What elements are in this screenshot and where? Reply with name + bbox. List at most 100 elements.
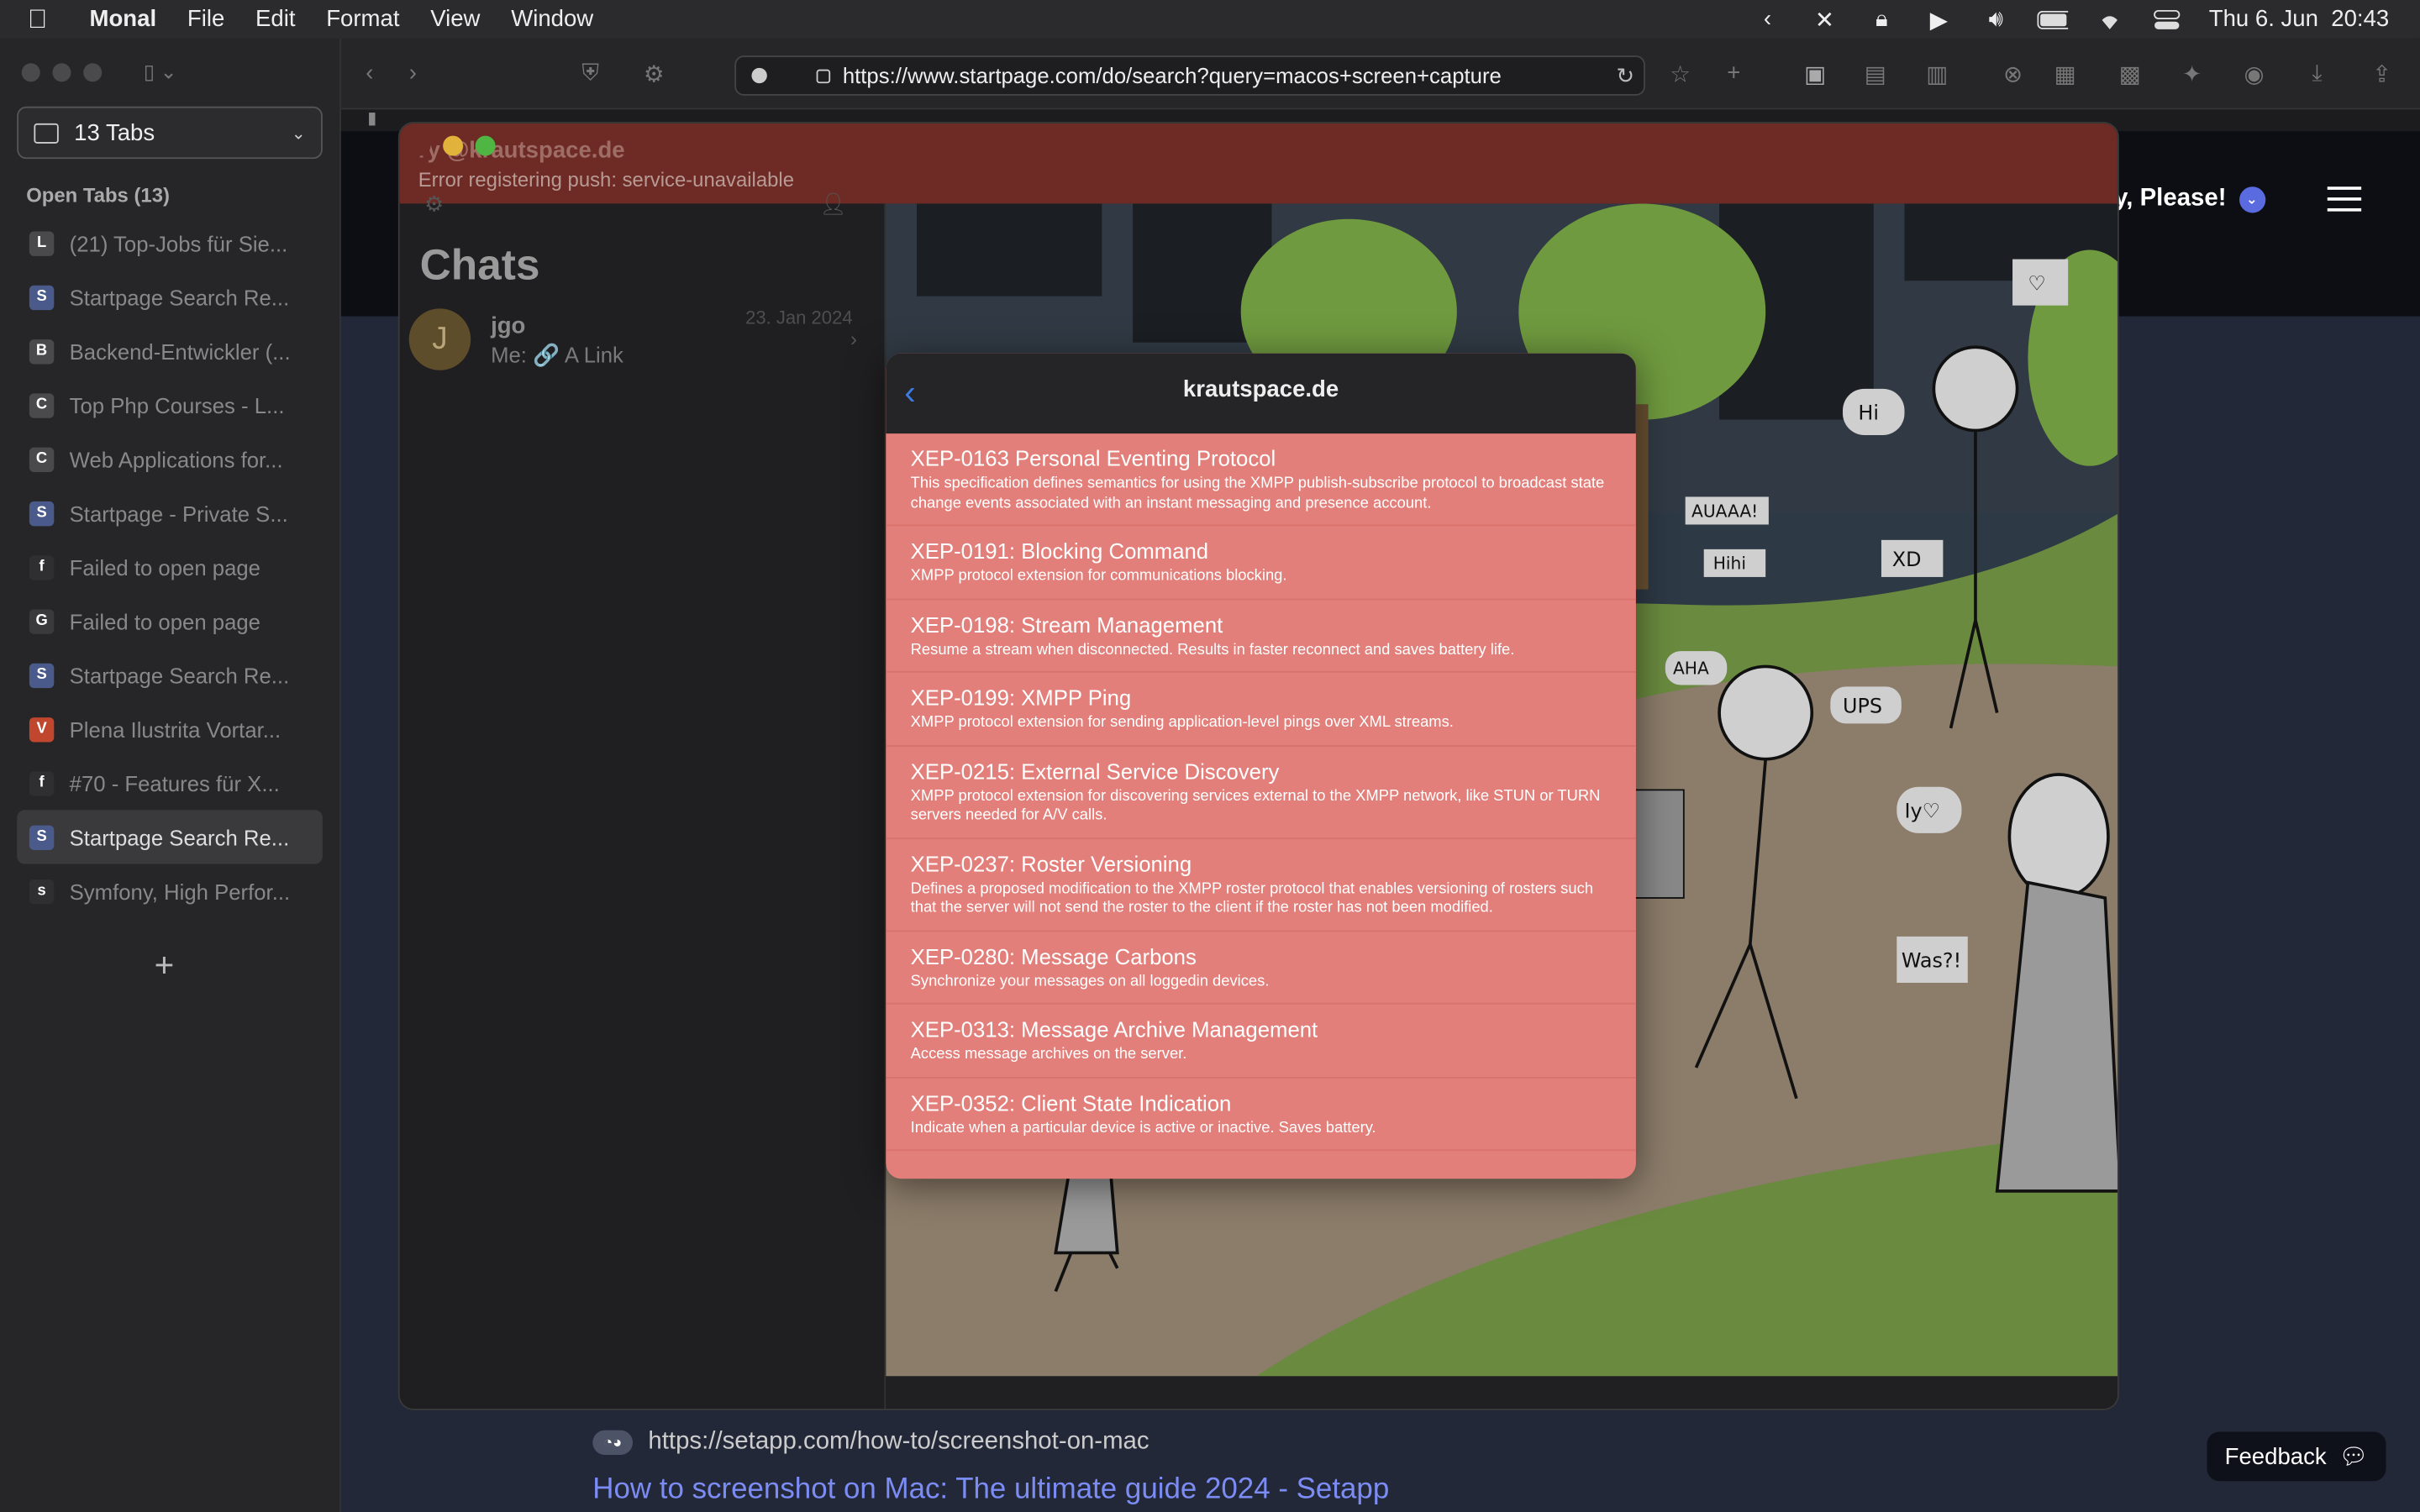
wifi-icon[interactable] xyxy=(2095,7,2126,31)
sidebar-tab[interactable]: B Backend-Entwickler (... xyxy=(17,324,323,378)
tab-list: L (21) Top-Jobs für Sie... S Startpage Sear… xyxy=(17,216,323,918)
menu-bar:  Monal File Edit Format View Window ‹ ✕… xyxy=(0,0,2420,39)
mask-icon[interactable]: ◉ xyxy=(2244,60,2265,87)
settings-icon[interactable]: ⚙ xyxy=(644,60,665,87)
chat-bubble-icon: 💬︎ xyxy=(2338,1444,2369,1471)
bookmark-icon[interactable]: ▮ xyxy=(367,108,376,128)
download-icon[interactable]: ⤓ xyxy=(2312,60,2322,87)
sidebar-tab-label: Backend-Entwickler (... xyxy=(69,339,291,364)
result-url[interactable]: ◔◕ https://setapp.com/how-to/screenshot-… xyxy=(592,1428,1150,1457)
settings-icon[interactable]: ⚙ xyxy=(424,192,444,218)
sidebar-tab[interactable]: f Failed to open page xyxy=(17,540,323,594)
chevron-right-icon: › xyxy=(850,327,857,350)
minimize-window-button[interactable] xyxy=(52,63,71,82)
extension-tabs-icon[interactable]: ▦ xyxy=(2054,60,2076,87)
sidebar-toggle-icon[interactable]: ▯ ⌄ xyxy=(144,60,177,85)
chats-title: Chats xyxy=(419,240,540,289)
xep-title: XEP-0215: External Service Discovery xyxy=(910,758,1280,784)
chat-row[interactable]: J jgo Me: 🔗 A Link 23. Jan 2024 › xyxy=(400,302,886,380)
anonymous-view-icon[interactable]: ◔◕ xyxy=(592,1430,634,1456)
tab-group-selector[interactable]: 13 Tabs ⌄ xyxy=(17,106,323,160)
extension-badge-icon[interactable]: ▣ xyxy=(1804,60,1826,87)
sidebar-tab-label: Failed to open page xyxy=(69,608,260,633)
xep-item: XEP-0280: Message Carbons Synchronize you… xyxy=(886,931,1636,1005)
privacy-menu[interactable]: cy, Please! ⌄ xyxy=(2101,185,2265,213)
chevron-left-icon[interactable]: ‹ xyxy=(1752,6,1783,32)
extension-x-icon[interactable]: ⊗ xyxy=(2003,60,2023,87)
tabs-icon xyxy=(34,123,59,143)
minimize-window-button[interactable] xyxy=(443,135,464,156)
menu-view[interactable]: View xyxy=(430,6,480,32)
feedback-button[interactable]: Feedback 💬︎ xyxy=(2207,1431,2386,1482)
xep-description: XMPP protocol extension for sending appl… xyxy=(910,714,1454,732)
volume-icon[interactable]: 🔊︎ xyxy=(1981,6,2012,32)
back-icon[interactable]: ‹ xyxy=(366,60,373,87)
favicon-icon: V xyxy=(29,717,55,742)
sidebar-tab[interactable]: L (21) Top-Jobs für Sie... xyxy=(17,216,323,270)
hamburger-menu-icon[interactable] xyxy=(2327,186,2362,219)
add-icon[interactable]: + xyxy=(1727,60,1740,87)
reload-icon[interactable]: ↻ xyxy=(1617,62,1635,88)
forward-icon[interactable]: › xyxy=(409,60,417,87)
sidebar-tab-label: Startpage Search Re... xyxy=(69,284,290,310)
menu-file[interactable]: File xyxy=(187,6,224,32)
battery-icon[interactable] xyxy=(2037,7,2069,31)
extension-icon[interactable]: ▤ xyxy=(1865,60,1886,87)
menu-format[interactable]: Format xyxy=(326,6,399,32)
share-icon[interactable]: ⇪ xyxy=(2372,60,2391,87)
lock-icon xyxy=(816,68,831,83)
sidebar-tab[interactable]: s Symfony, High Perfor... xyxy=(17,864,323,918)
favicon-icon: C xyxy=(29,446,55,472)
apple-icon[interactable]:  xyxy=(28,4,68,35)
menu-app-monal[interactable]: Monal xyxy=(90,6,157,32)
bluetooth-off-icon[interactable]: ✕ xyxy=(1809,7,1840,33)
favicon-icon: G xyxy=(29,608,55,633)
sidebar-tab-label: Startpage - Private S... xyxy=(69,501,288,526)
result-url-text: https://setapp.com/how-to/screenshot-on-… xyxy=(648,1428,1150,1456)
chats-pane: ⚙ 👤︎ Chats J jgo Me: 🔗 A Link 23. Jan 20… xyxy=(399,192,886,1409)
close-window-button[interactable] xyxy=(410,135,431,156)
contacts-icon[interactable]: 👤︎ xyxy=(819,192,847,218)
sidebar-tab[interactable]: S Startpage Search Re... xyxy=(17,810,323,864)
magic-wand-icon[interactable]: ✦ xyxy=(2182,60,2202,87)
sidebar-tab-label: #70 - Features für X... xyxy=(69,770,280,795)
zoom-window-button[interactable] xyxy=(83,63,103,82)
monal-window-controls xyxy=(410,135,496,156)
sidebar-tab-label: Symfony, High Perfor... xyxy=(69,879,291,904)
sidebar-tab[interactable]: G Failed to open page xyxy=(17,594,323,648)
xep-list: XEP-0163 Personal Eventing Protocol This … xyxy=(886,433,1636,1152)
bubble-ups: UPS xyxy=(1843,695,1882,718)
favicon-icon: s xyxy=(29,879,55,904)
sidebar-tab[interactable]: S Startpage Search Re... xyxy=(17,648,323,701)
sidebar-tab[interactable]: C Top Php Courses - L... xyxy=(17,378,323,432)
sidebar-tab[interactable]: f #70 - Features für X... xyxy=(17,756,323,810)
shield-icon[interactable]: ⛨ xyxy=(581,60,599,87)
new-tab-button[interactable]: + xyxy=(155,946,175,986)
xep-title: XEP-0191: Blocking Command xyxy=(910,538,1209,564)
reader-icon[interactable]: ▥ xyxy=(1926,60,1948,87)
close-window-button[interactable] xyxy=(21,63,40,82)
zoom-window-button[interactable] xyxy=(475,135,496,156)
favicon-icon: f xyxy=(29,554,55,580)
xep-description: Indicate when a particular device is act… xyxy=(910,1119,1376,1137)
address-bar[interactable]: https://www.startpage.com/do/search?quer… xyxy=(734,55,1645,96)
xep-title: XEP-0163 Personal Eventing Protocol xyxy=(910,445,1276,471)
control-center-icon[interactable] xyxy=(2152,7,2183,31)
favicon-icon: C xyxy=(29,392,55,417)
tab-group-label: 13 Tabs xyxy=(74,119,155,146)
xep-description: This specification defines semantics for… xyxy=(910,475,1605,512)
result-title-link[interactable]: How to screenshot on Mac: The ultimate g… xyxy=(592,1473,1389,1507)
favicon-icon: S xyxy=(29,284,55,310)
play-icon[interactable]: ▶ xyxy=(1923,7,1954,33)
clock[interactable]: Thu 6. Jun 20:43 xyxy=(2209,6,2389,32)
sidebar-tab[interactable]: C Web Applications for... xyxy=(17,432,323,486)
menu-edit[interactable]: Edit xyxy=(255,6,295,32)
sidebar-tab[interactable]: S Startpage Search Re... xyxy=(17,270,323,323)
lock-icon[interactable]: 🔒︎ xyxy=(1866,6,1897,32)
sidebar-tab-label: (21) Top-Jobs für Sie... xyxy=(69,230,288,255)
extension-shield-icon[interactable]: ▩ xyxy=(2119,60,2141,87)
bookmark-star-icon[interactable]: ☆ xyxy=(1670,60,1691,87)
sidebar-tab[interactable]: V Plena Ilustrita Vortar... xyxy=(17,702,323,756)
menu-window[interactable]: Window xyxy=(511,6,593,32)
sidebar-tab[interactable]: S Startpage - Private S... xyxy=(17,486,323,540)
